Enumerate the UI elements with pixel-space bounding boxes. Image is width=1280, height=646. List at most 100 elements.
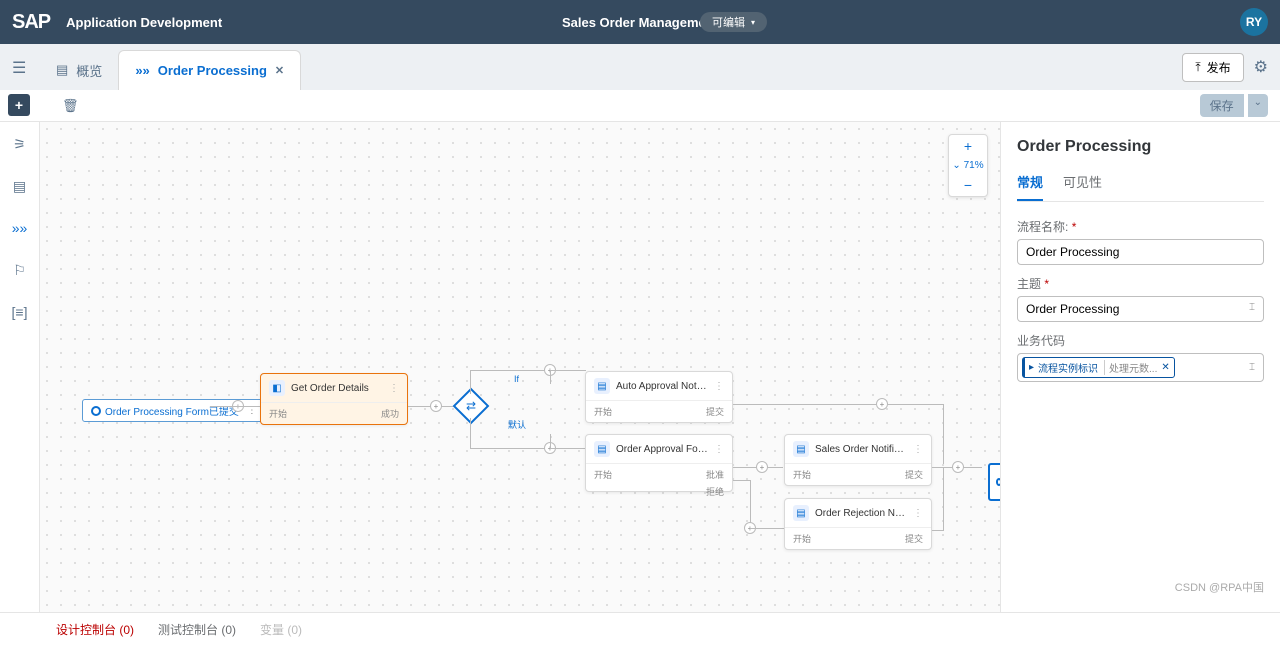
close-icon[interactable]: ✕ [275,64,284,77]
zoom-out[interactable]: − [964,174,972,196]
design-console-tab[interactable]: 设计控制台 (0) [56,621,134,638]
port-start: 开始 [594,405,612,418]
tab-visibility[interactable]: 可见性 [1063,172,1102,201]
form-icon: ▤ [793,441,809,457]
publish-button[interactable]: ⤒ 发布 [1182,53,1243,82]
bottom-bar: 设计控制台 (0) 测试控制台 (0) 变量 (0) [0,612,1280,646]
node-rejection-notification[interactable]: ▤ Order Rejection Notificat... ⋮ 开始 提交 [784,498,932,550]
zoom-in[interactable]: + [964,135,972,157]
connector-plus[interactable]: + [430,400,442,412]
node-get-order-details[interactable]: ◧ Get Order Details ⋮ 开始 成功 [260,373,408,425]
condition-default: 默认 [508,418,526,431]
subject-input[interactable]: Order Processing ⌶ [1017,296,1264,322]
canvas[interactable]: + 71% − Order Processing Form已提交 ⋮ + ◧ G… [40,122,1000,612]
edge [470,370,550,371]
node-menu-icon[interactable]: ⋮ [913,444,923,455]
end-circle-icon [996,478,1000,486]
edge [750,528,784,529]
tree-icon[interactable]: ⚞ [8,132,32,156]
port-approve: 批准 [659,468,724,481]
save-dropdown[interactable]: ⌄ [1248,94,1268,117]
properties-panel: Order Processing 常规 可见性 流程名称: * 主题 * Ord… [1000,122,1280,612]
variables-tab[interactable]: 变量 (0) [260,621,302,638]
edge [550,448,586,449]
settings-icon[interactable]: ⚐ [8,258,32,282]
connector-plus[interactable]: + [952,461,964,473]
connector-plus[interactable]: + [756,461,768,473]
menu-icon[interactable]: ☰ [12,58,26,78]
token-icon: ▸ [1029,362,1034,373]
subject-value: Order Processing [1026,302,1119,316]
form-icon: ▤ [793,505,809,521]
upload-icon: ⤒ [1195,60,1200,75]
node-sales-notification[interactable]: ▤ Sales Order Notification ⋮ 开始 提交 [784,434,932,486]
gear-icon[interactable]: ⚙ [1254,57,1268,77]
port-start: 开始 [594,468,659,481]
label-process-name: 流程名称: * [1017,218,1264,235]
node-menu-icon[interactable]: ⋮ [389,383,399,394]
token-sub: 处理元数... [1104,360,1157,375]
port-start: 开始 [793,532,811,545]
token-process-instance[interactable]: ▸ 流程实例标识 处理元数... ✕ [1022,357,1175,378]
tab-general[interactable]: 常规 [1017,172,1043,201]
left-sidebar: ⚞ ▤ »» ⚐ [≡] [0,122,40,612]
tab-overview[interactable]: ▤ 概览 [40,50,118,90]
app-header: SAP Application Development Sales Order … [0,0,1280,44]
node-title: Get Order Details [291,383,383,394]
edge [750,480,751,528]
edge [550,434,551,448]
edge [943,404,944,464]
token-remove-icon[interactable]: ✕ [1161,362,1169,373]
node-approval-form[interactable]: ▤ Order Approval Form ⋮ 开始 批准 拒绝 [585,434,733,492]
text-cursor-icon: ⌶ [1249,362,1259,373]
business-code-input[interactable]: ▸ 流程实例标识 处理元数... ✕ ⌶ [1017,353,1264,382]
edge [550,370,551,384]
port-start: 开始 [269,407,287,420]
save-button[interactable]: 保存 [1200,94,1244,117]
edge [550,370,586,371]
condition-if: If [514,374,519,384]
flow-icon[interactable]: »» [8,216,32,240]
page-icon[interactable]: ▤ [8,174,32,198]
sap-logo: SAP [12,11,50,34]
tab-overview-label: 概览 [76,61,102,80]
edge [733,480,750,481]
process-name-input[interactable] [1017,239,1264,265]
node-title: Sales Order Notification [815,444,907,455]
state-badge[interactable]: 可编辑 [700,12,767,32]
app-title: Application Development [66,15,222,30]
port-start: 开始 [793,468,811,481]
watermark: CSDN @RPA中国 [1175,579,1264,595]
form-icon: ▤ [594,378,610,394]
connector-plus[interactable]: + [876,398,888,410]
zoom-control: + 71% − [948,134,988,197]
add-button[interactable]: + [8,94,30,116]
end-event[interactable]: 结束 ⋮ [988,463,1000,501]
tab-bar: ☰ ▤ 概览 »» Order Processing ✕ ⤒ 发布 ⚙ [0,44,1280,90]
edge [470,448,550,449]
user-avatar[interactable]: RY [1240,8,1268,36]
node-title: Order Approval Form [616,444,708,455]
document-icon: ▤ [56,62,68,78]
edge [210,406,260,407]
edge [943,467,944,530]
node-menu-icon[interactable]: ⋮ [913,508,923,519]
trash-icon[interactable]: 🗑 [62,98,79,114]
tab-order-processing[interactable]: »» Order Processing ✕ [118,50,301,90]
node-title: Order Rejection Notificat... [815,508,907,519]
text-cursor-icon: ⌶ [1249,302,1255,316]
label-subject: 主题 * [1017,275,1264,292]
node-menu-icon[interactable]: ⋮ [714,444,724,455]
form-icon: ▤ [594,441,610,457]
port-reject: 拒绝 [659,485,724,498]
branch-icon: ⇄ [466,399,476,413]
test-console-tab[interactable]: 测试控制台 (0) [158,621,236,638]
node-auto-approval[interactable]: ▤ Auto Approval Notificatio... ⋮ 开始 提交 [585,371,733,423]
node-menu-icon[interactable]: ⋮ [714,381,724,392]
user-task-icon: ◧ [269,380,285,396]
publish-label: 发布 [1207,59,1231,76]
list-icon[interactable]: [≡] [8,300,32,324]
decision-gateway[interactable]: ⇄ [453,388,490,425]
zoom-level[interactable]: 71% [952,157,983,174]
tab-active-label: Order Processing [158,63,267,78]
